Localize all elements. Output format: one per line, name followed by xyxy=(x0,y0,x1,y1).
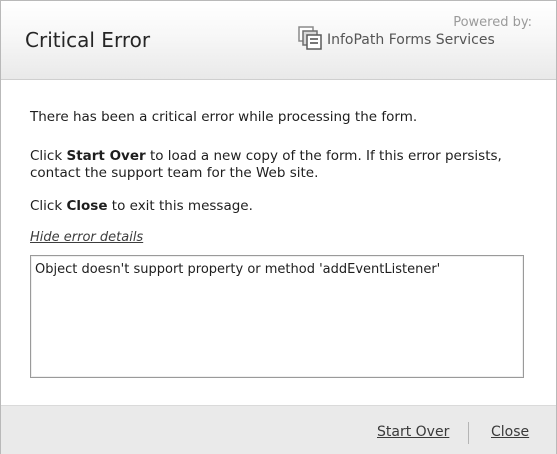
dialog-header: Critical Error Powered by: InfoPath Form… xyxy=(1,1,556,80)
close-button[interactable]: Close xyxy=(491,424,529,440)
close-instructions: Click Close to exit this message. xyxy=(30,198,530,215)
close-prefix: Click xyxy=(30,198,67,214)
error-details-box[interactable]: Object doesn't support property or metho… xyxy=(30,255,524,378)
hide-error-details-link[interactable]: Hide error details xyxy=(30,230,143,245)
start-over-bold-text: Start Over xyxy=(66,148,146,164)
footer-divider xyxy=(468,422,469,444)
close-bold-text: Close xyxy=(66,198,108,214)
dialog-title: Critical Error xyxy=(25,28,151,52)
error-message-text: There has been a critical error while pr… xyxy=(30,109,418,125)
start-over-button[interactable]: Start Over xyxy=(377,424,449,440)
critical-error-dialog: Critical Error Powered by: InfoPath Form… xyxy=(0,0,557,454)
close-suffix: to exit this message. xyxy=(107,198,253,214)
error-message: There has been a critical error while pr… xyxy=(30,109,530,126)
start-over-instructions: Click Start Over to load a new copy of t… xyxy=(30,148,530,182)
brand-text: InfoPath Forms Services xyxy=(327,32,495,48)
powered-by-label: Powered by: xyxy=(453,15,532,30)
dialog-footer: Start Over Close xyxy=(1,405,556,454)
start-over-prefix: Click xyxy=(30,148,67,164)
infopath-logo-icon xyxy=(298,26,322,50)
